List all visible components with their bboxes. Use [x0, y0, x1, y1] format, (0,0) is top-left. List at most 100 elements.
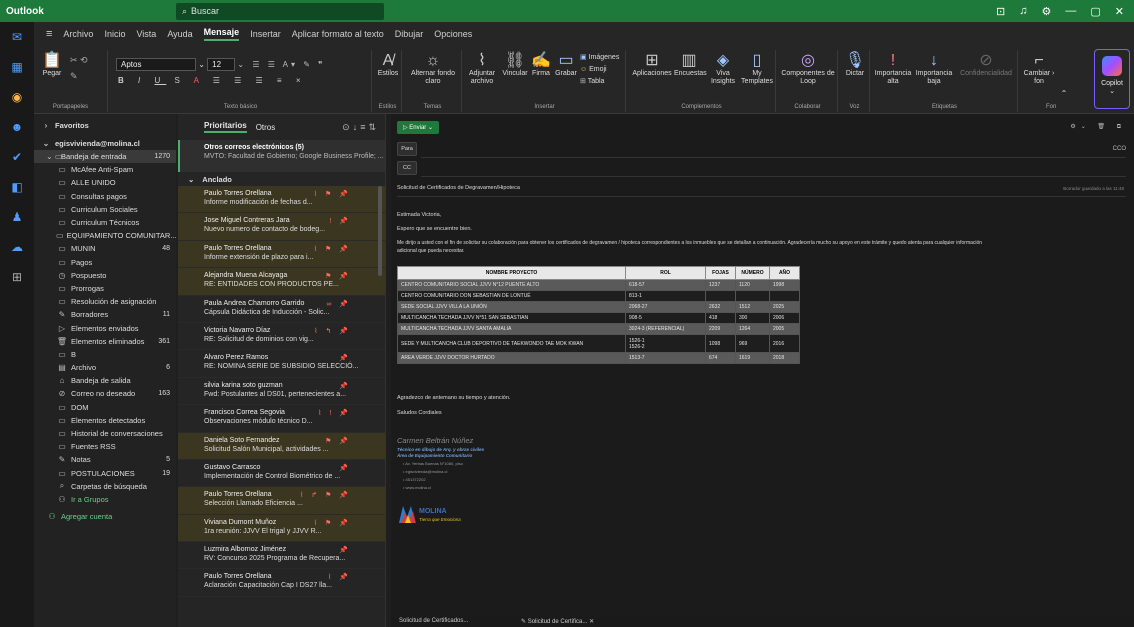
folder-item[interactable]: ⌂ Bandeja de salida — [34, 374, 176, 387]
message-list-scrollbar[interactable] — [378, 186, 382, 276]
table-cell[interactable]: 300 — [735, 312, 770, 324]
table-cell[interactable]: 813-1 — [625, 290, 706, 302]
table-cell[interactable]: 1098 — [705, 334, 736, 353]
table-cell[interactable]: 3024-3 (REFERENCIAL) — [625, 323, 706, 335]
table-cell[interactable]: 1120 — [735, 279, 770, 291]
cut-icon[interactable]: ✂ ⟲ — [70, 56, 88, 65]
tab-otros[interactable]: Otros — [256, 123, 276, 132]
list-item[interactable]: Paula Andrea Chamorro Garrido Cápsula Did… — [178, 296, 385, 323]
paste-button[interactable]: 📋 Pegar — [40, 52, 64, 78]
mail-flag-icons[interactable]: 📌 — [339, 546, 351, 554]
folder-item[interactable]: ⌕ Carpetas de búsqueda — [34, 480, 176, 493]
table-cell[interactable]: MULTICANCHA TECHADA JJVV N°51 SAN SEBAST… — [397, 312, 626, 324]
search-input[interactable]: ⌕ Buscar — [176, 2, 384, 20]
table-cell[interactable] — [705, 290, 736, 302]
menu-archivo[interactable]: Archivo — [63, 29, 93, 39]
mail-flag-icons[interactable]: ⌇ ⚑ 📌 — [314, 190, 351, 198]
folder-item[interactable]: 🗑 Elementos eliminados 361 — [34, 335, 176, 348]
table-cell[interactable]: 1237 — [705, 279, 736, 291]
todo-app-icon[interactable]: ✔ — [0, 142, 34, 172]
importance-high-button[interactable]: ! Importancia alta — [874, 52, 912, 86]
folder-item[interactable]: ▷ Elementos enviados — [34, 321, 176, 334]
table-cell[interactable]: 2018 — [769, 352, 800, 364]
folder-item[interactable]: ✎ Borradores 11 — [34, 308, 176, 321]
folder-item[interactable]: ▭ POSTULACIONES 19 — [34, 467, 176, 480]
chevron-down-icon[interactable]: ⌄ — [198, 60, 205, 69]
folder-item[interactable]: ▭ Resolución de asignación — [34, 295, 176, 308]
table-cell[interactable]: 1998 — [769, 279, 800, 291]
table-cell[interactable]: CENTRO COMUNITARIO SOCIAL JJVV N°12 PUEN… — [397, 279, 626, 291]
table-cell[interactable]: 1526-1 1526-2 — [625, 334, 706, 353]
toggle-background-button[interactable]: ☼ Alternar fondo claro — [406, 52, 460, 86]
list-item[interactable]: Paulo Torres Orellana Informe modificació… — [178, 186, 385, 214]
mail-flag-icons[interactable]: ⌇ ⚑ 📌 — [314, 519, 351, 527]
menu-dibujar[interactable]: Dibujar — [395, 29, 424, 39]
mail-flag-icons[interactable]: ⚑ 📌 — [325, 272, 351, 280]
list-item[interactable]: Paulo Torres Orellana Aclaración Capacita… — [178, 569, 385, 597]
mail-flag-icons[interactable]: ⌇ ↰ 📌 — [314, 327, 351, 335]
tab-prioritarios[interactable]: Prioritarios — [204, 121, 247, 133]
attach-file-button[interactable]: ⌇ Adjuntar archivo — [466, 52, 498, 86]
table-cell[interactable]: 2068-27 — [625, 301, 706, 313]
loop-components-button[interactable]: ◎ Componentes de Loop — [780, 52, 836, 86]
bell-icon[interactable]: ♫ — [1019, 5, 1027, 18]
add-account-button[interactable]: ⚇ Agregar cuenta — [34, 506, 176, 526]
table-button[interactable]: ⊞ Tabla — [580, 76, 619, 88]
list-format-icons[interactable]: ⌄ ☰ ☰ A▾ ✎ ❞ — [237, 60, 325, 69]
table-cell[interactable]: MULTICANCHA TECHADA JJVV SANTA AMALIA — [397, 323, 626, 335]
favorites-header[interactable]: › Favoritos — [34, 114, 176, 136]
mail-flag-icons[interactable]: 📌 — [339, 354, 351, 362]
folder-item[interactable]: ▭ Prorrogas — [34, 282, 176, 295]
text-format-icons[interactable]: B I U S A ☰ ☰ ☰ ≡ × — [118, 76, 306, 85]
list-item[interactable]: Daniela Soto Fernandez Solicitud Salón Mu… — [178, 432, 385, 460]
folder-item[interactable]: ⌄ ▭ Bandeja de entrada 1270 — [34, 150, 176, 164]
link-button[interactable]: ⛓ Vincular — [502, 52, 528, 78]
list-item[interactable]: Paulo Torres Orellana Selección Llamado E… — [178, 487, 385, 515]
mail-app-icon[interactable]: ✉ — [0, 22, 34, 52]
pinned-header[interactable]: ⌄ Anclado — [178, 172, 385, 186]
settings-icon[interactable]: ⚙ — [1042, 5, 1052, 18]
maximize-icon[interactable]: ▢ — [1090, 5, 1100, 18]
more-apps-icon[interactable]: ⊞ — [0, 262, 34, 292]
list-item[interactable]: Luzmira Albornoz Jiménez RV: Concurso 202… — [178, 542, 385, 570]
images-button[interactable]: ▣ Imágenes — [580, 52, 619, 64]
folder-item[interactable]: ▭ McAfee Anti-Spam — [34, 163, 176, 176]
send-button[interactable]: ▷ Enviar ⌄ — [397, 121, 439, 134]
menu-opciones[interactable]: Opciones — [434, 29, 472, 39]
list-item[interactable]: Jose Miguel Contreras Jara Nuevo numero d… — [178, 213, 385, 241]
minimize-icon[interactable]: — — [1065, 5, 1076, 18]
folder-item[interactable]: ▭ B — [34, 348, 176, 361]
table-cell[interactable] — [735, 290, 770, 302]
menu-formato[interactable]: Aplicar formato al texto — [292, 29, 384, 39]
folder-item[interactable]: ▭ Curriculum Sociales — [34, 203, 176, 216]
folder-item[interactable]: ⊘ Correo no deseado 163 — [34, 387, 176, 400]
table-cell[interactable]: 2209 — [705, 323, 736, 335]
mail-flag-icons[interactable]: ⌇ 📌 — [328, 573, 351, 581]
folder-item[interactable]: ▭ Curriculum Técnicos — [34, 216, 176, 229]
mail-flag-icons[interactable]: ∞ 📌 — [326, 300, 351, 308]
list-item[interactable]: Alvaro Perez Ramos RE: NOMINA SERIE DE SU… — [178, 350, 385, 378]
list-item[interactable]: Gustavo Carrasco Implementación de Contro… — [178, 460, 385, 488]
importance-low-button[interactable]: ↓ Importancia baja — [914, 52, 954, 86]
list-item[interactable]: Alejandra Muena Alcayaga RE: ENTIDADES CO… — [178, 268, 385, 296]
table-cell[interactable]: 969 — [735, 334, 770, 353]
my-templates-button[interactable]: ▯ My Templates — [740, 52, 774, 86]
cc-button[interactable]: CC — [397, 161, 417, 175]
copilot-app-icon[interactable]: ◉ — [0, 82, 34, 112]
other-mail-summary[interactable]: Otros correos electrónicos (5) MVTO: Fac… — [178, 140, 385, 172]
table-cell[interactable]: 2006 — [769, 312, 800, 324]
folder-item[interactable]: ▭ Consultas pagos — [34, 190, 176, 203]
confidentiality-button[interactable]: ⊘ Confidencialidad — [956, 52, 1016, 78]
change-background-button[interactable]: ⌐ Cambiar › fon — [1022, 52, 1056, 86]
table-cell[interactable] — [769, 290, 800, 302]
tab-draft-2[interactable]: ✎ Solicitud de Certifica... ✕ — [521, 618, 594, 625]
table-cell[interactable]: 2016 — [769, 334, 800, 353]
apps-button[interactable]: ⊞ Aplicaciones — [632, 52, 672, 78]
mail-flag-icons[interactable]: ⌇ ! 📌 — [318, 409, 351, 417]
viva-insights-button[interactable]: ◈ Viva Insights — [708, 52, 738, 86]
dictate-button[interactable]: 🎙 Dictar — [842, 52, 868, 78]
record-button[interactable]: ▭ Grabar — [554, 52, 578, 78]
to-button[interactable]: Para — [397, 142, 417, 156]
mail-flag-icons[interactable]: ⌇ ⚑ 📌 — [314, 245, 351, 253]
table-cell[interactable]: 618-57 — [625, 279, 706, 291]
